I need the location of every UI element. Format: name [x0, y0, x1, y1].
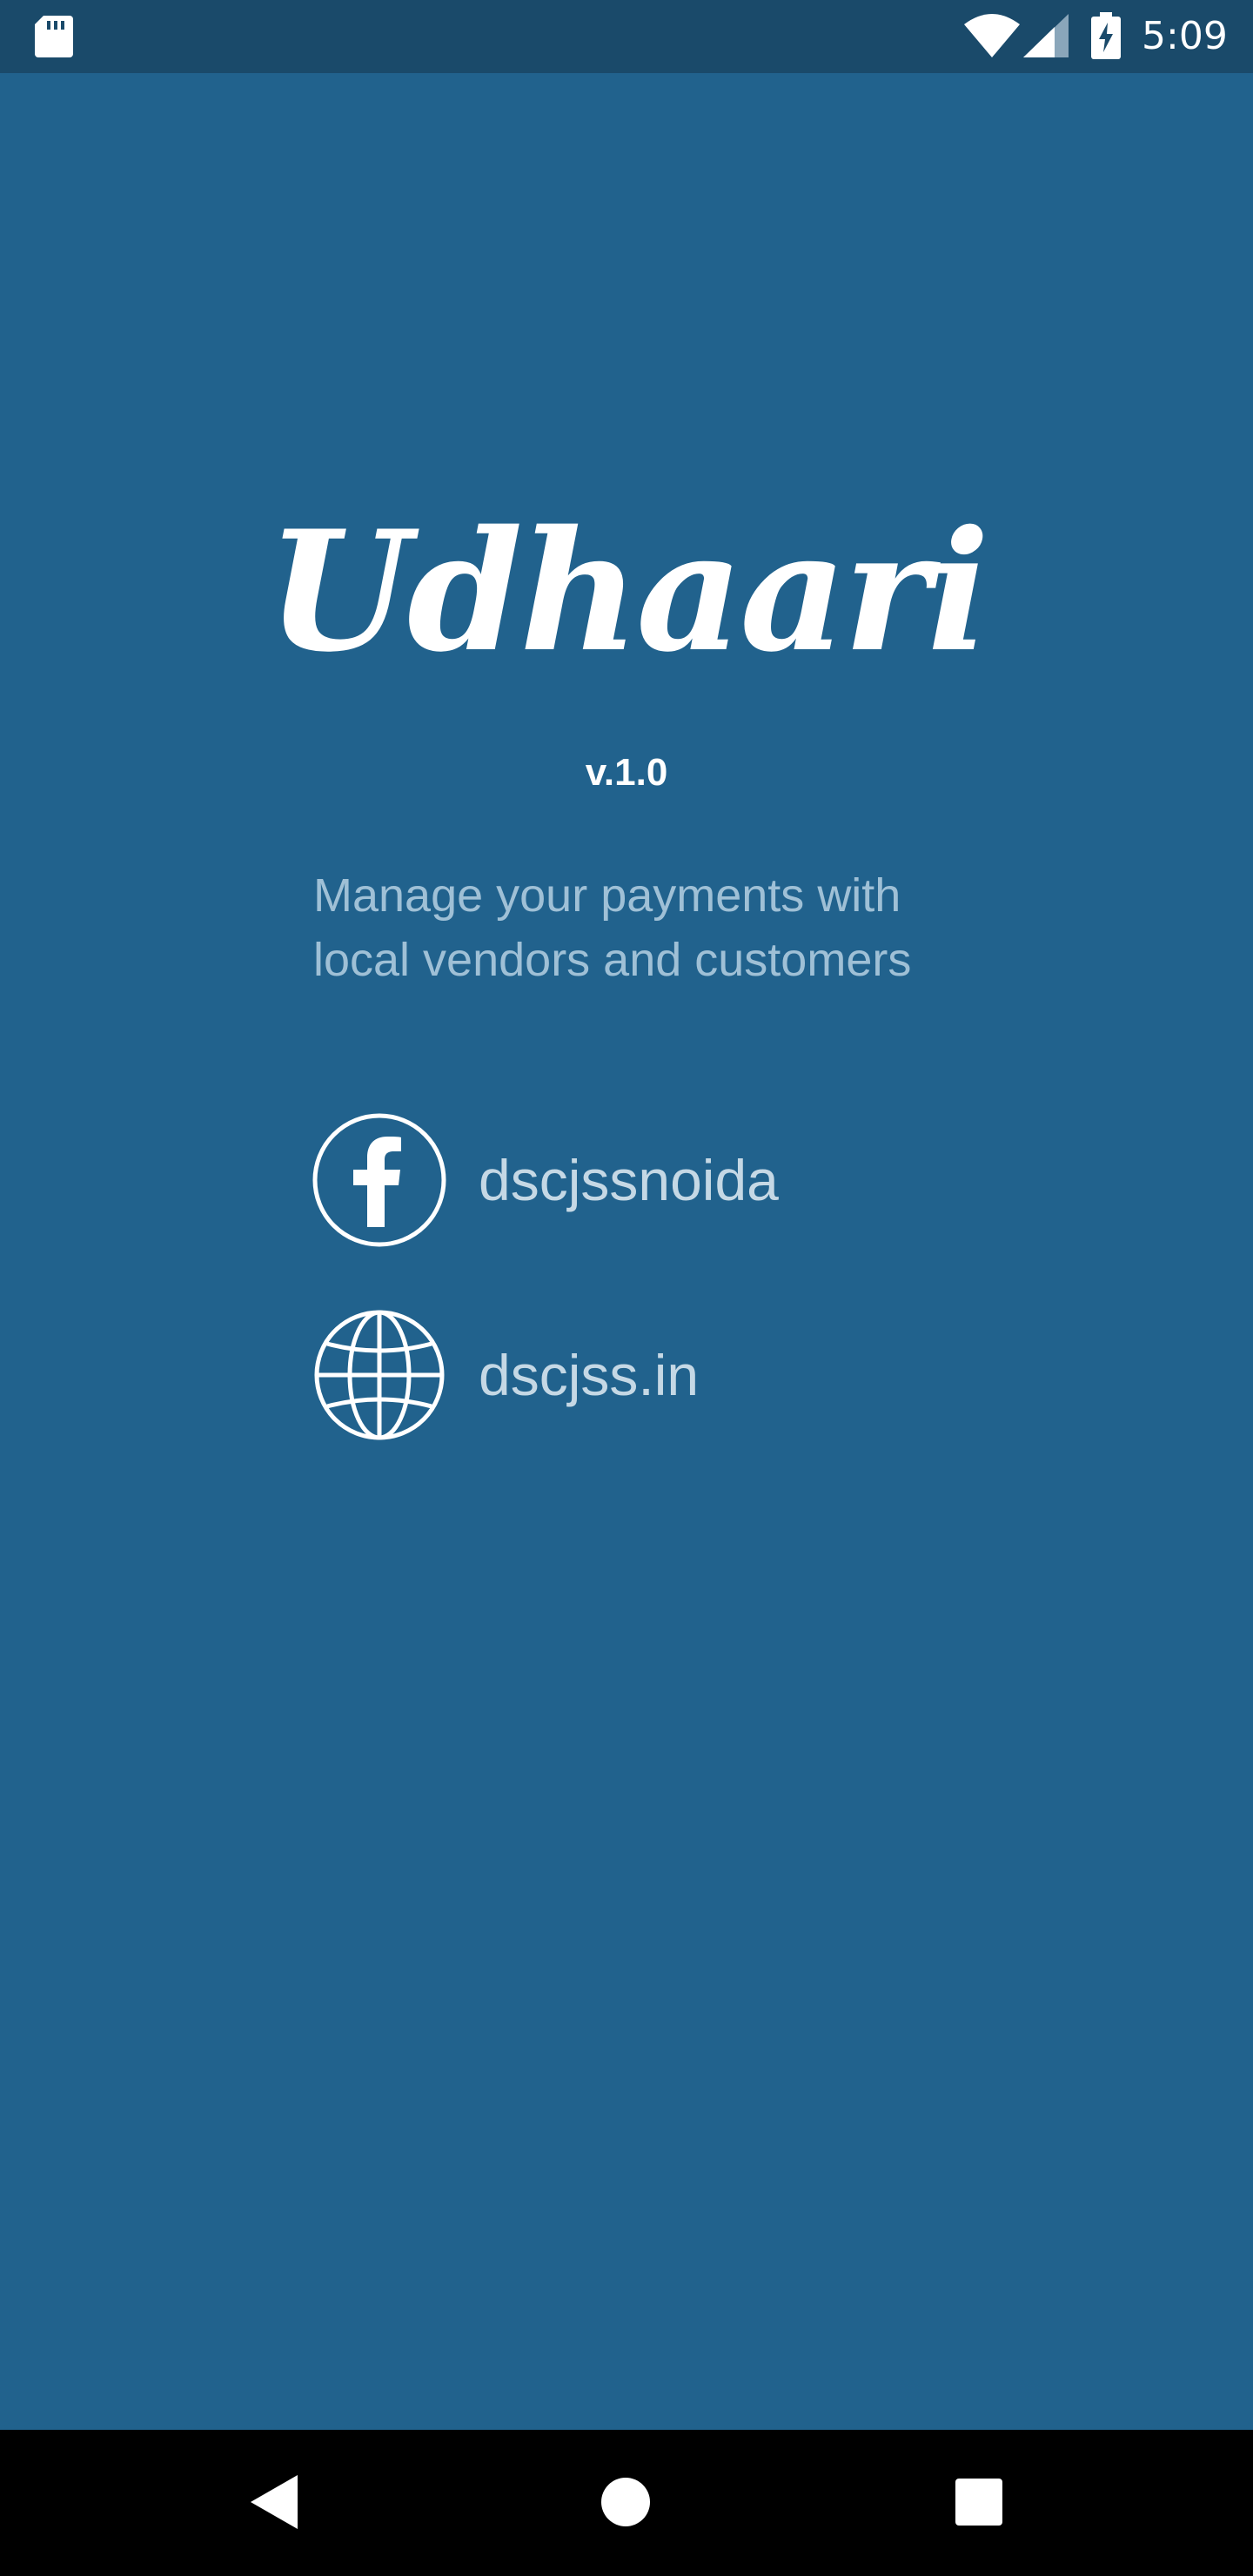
- recents-icon[interactable]: [955, 2479, 1002, 2526]
- sd-card-icon: [35, 16, 73, 57]
- back-icon[interactable]: [251, 2475, 298, 2529]
- about-screen: 5:09 Udhaari v.1.0 Manage your payments …: [0, 0, 1253, 2576]
- status-time: 5:09: [1142, 14, 1228, 58]
- cell-signal-icon: [1023, 14, 1069, 57]
- tagline-line-1: Manage your payments with: [313, 869, 901, 922]
- tagline-line-2: local vendors and customers: [313, 934, 912, 986]
- wifi-icon: [964, 14, 1020, 57]
- home-icon[interactable]: [600, 2477, 651, 2527]
- facebook-link-label[interactable]: dscjssnoida: [479, 1141, 779, 1219]
- globe-icon: [314, 1310, 445, 1440]
- battery-charging-icon: [1091, 12, 1121, 59]
- system-nav-bar: [0, 2430, 1253, 2576]
- status-bar: 5:09: [0, 0, 1253, 73]
- app-tagline: Manage your payments with local vendors …: [313, 863, 975, 992]
- facebook-link[interactable]: dscjssnoida: [312, 1110, 973, 1250]
- app-title-logo: Udhaari: [266, 494, 989, 688]
- website-link[interactable]: dscjss.in: [312, 1305, 973, 1445]
- website-link-label[interactable]: dscjss.in: [479, 1336, 699, 1414]
- app-version: v.1.0: [585, 751, 668, 794]
- facebook-icon: [312, 1113, 446, 1247]
